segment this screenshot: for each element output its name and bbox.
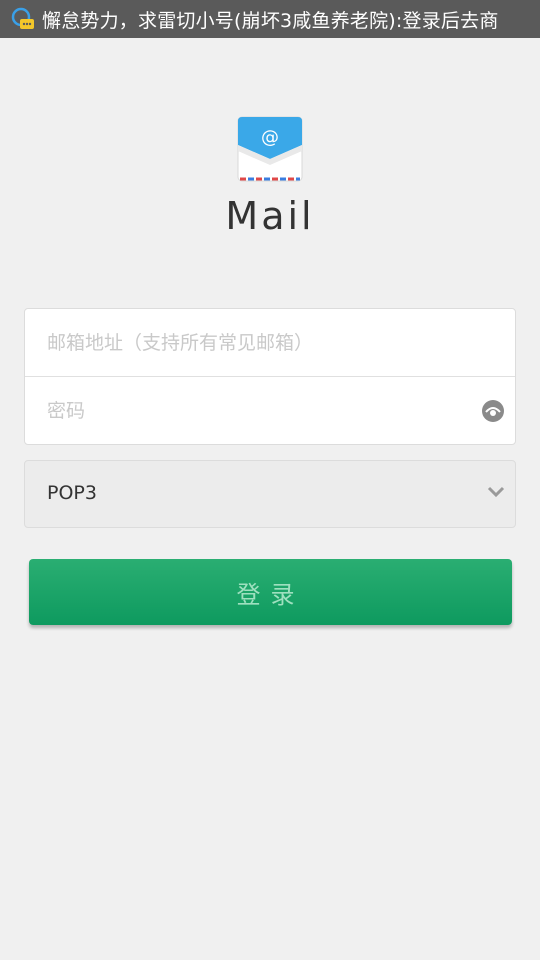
mail-envelope-icon: @ (237, 116, 303, 182)
password-field-row (25, 377, 515, 444)
protocol-select[interactable]: POP3 (24, 460, 516, 528)
password-input[interactable] (47, 391, 477, 431)
svg-text:@: @ (261, 127, 279, 148)
login-form-card (24, 308, 516, 445)
app-title: Mail (225, 194, 315, 238)
email-input[interactable] (47, 323, 477, 363)
email-field-row (25, 309, 515, 377)
login-button[interactable]: 登录 (29, 559, 512, 625)
notification-app-icon (11, 7, 34, 29)
show-password-eye-icon[interactable] (481, 399, 505, 423)
status-bar: 懈怠势力，求雷切小号(崩坏3咸鱼养老院):登录后去商 (0, 0, 540, 38)
chevron-down-icon (487, 486, 505, 498)
notification-text: 懈怠势力，求雷切小号(崩坏3咸鱼养老院):登录后去商 (42, 9, 499, 32)
protocol-selected-value: POP3 (47, 482, 97, 504)
